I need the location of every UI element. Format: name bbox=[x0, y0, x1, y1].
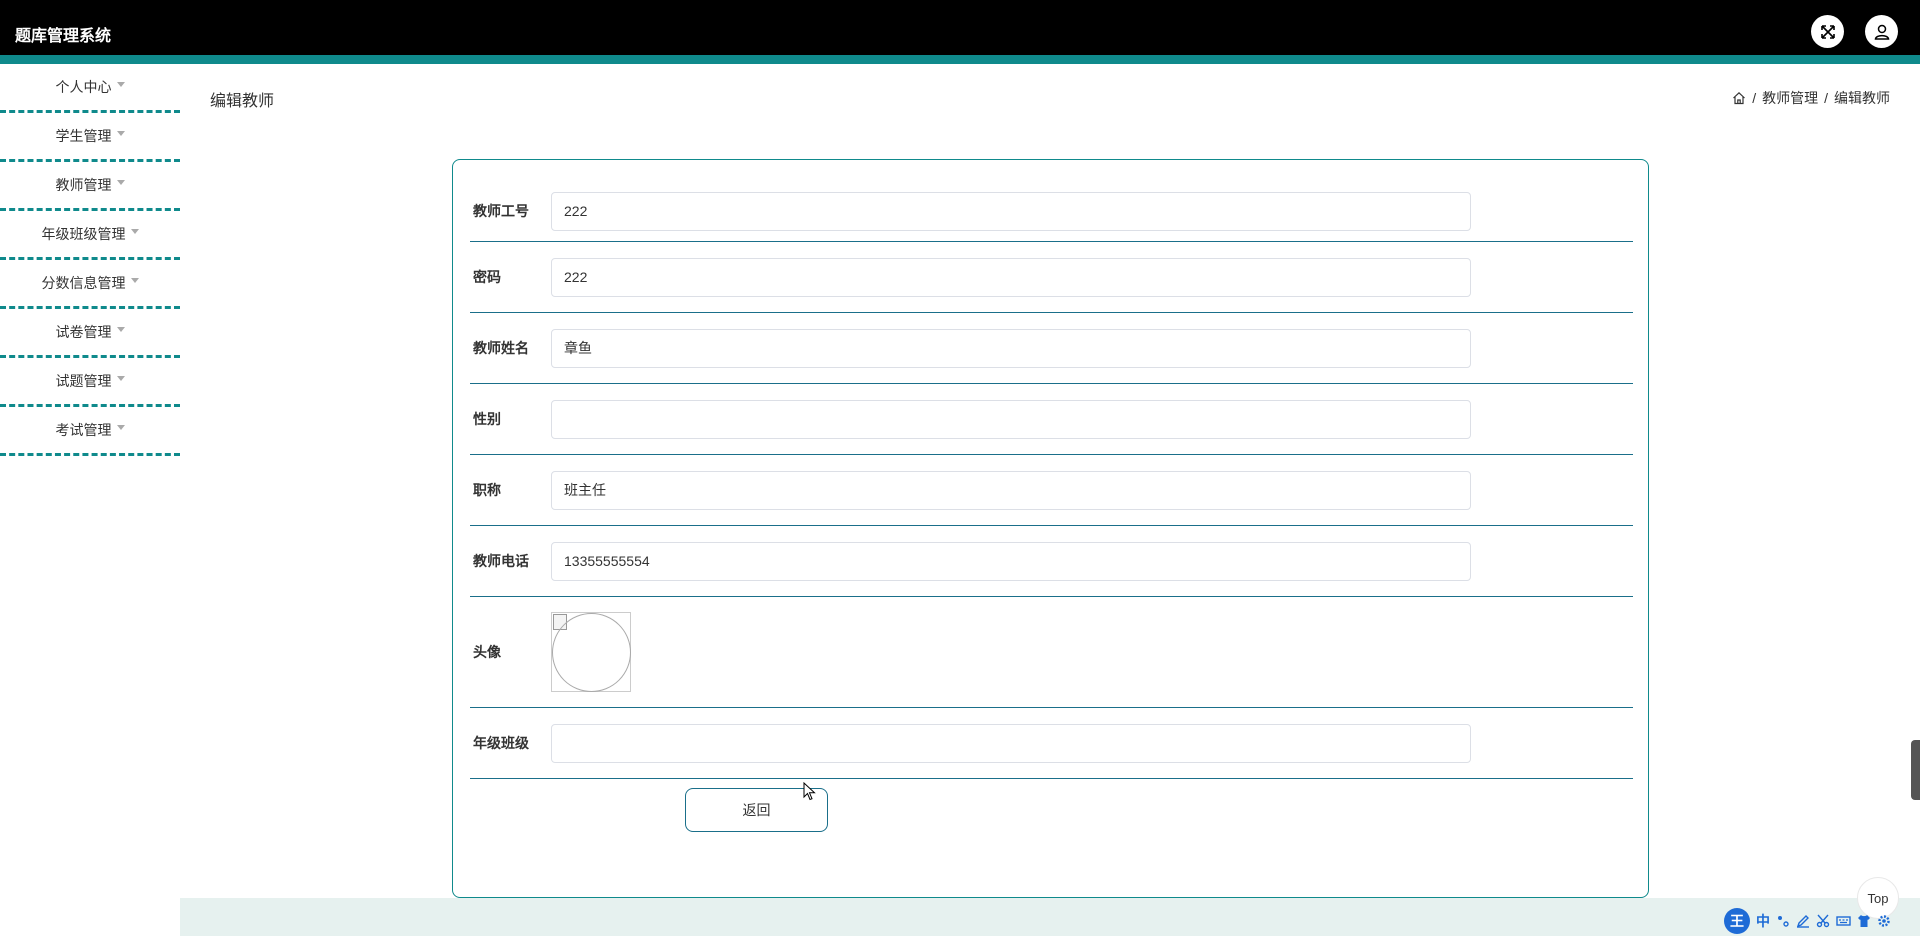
avatar-circle bbox=[552, 613, 631, 692]
sidebar-item-teachers[interactable]: 教师管理 bbox=[0, 162, 180, 211]
field-label: 教师姓名 bbox=[473, 340, 529, 356]
form-row-title: 职称 班主任 bbox=[470, 455, 1633, 526]
caret-down-icon bbox=[116, 326, 125, 332]
sidebar-item-label: 个人中心 bbox=[55, 79, 112, 95]
pen-icon[interactable] bbox=[1796, 914, 1810, 928]
breadcrumb-item-teachers[interactable]: 教师管理 bbox=[1762, 88, 1818, 108]
sidebar-item-label: 教师管理 bbox=[55, 177, 112, 193]
field-label: 密码 bbox=[473, 269, 501, 285]
scissors-icon[interactable] bbox=[1816, 914, 1830, 928]
caret-down-icon bbox=[116, 375, 125, 381]
form-row-grade-class: 年级班级 bbox=[470, 708, 1633, 779]
caret-down-icon bbox=[116, 130, 125, 136]
shirt-icon[interactable] bbox=[1857, 914, 1871, 928]
ime-toolbar: 王 中 bbox=[1724, 908, 1891, 934]
sidebar-item-label: 学生管理 bbox=[55, 128, 112, 144]
field-label: 教师工号 bbox=[473, 203, 529, 219]
sidebar-item-scores[interactable]: 分数信息管理 bbox=[0, 260, 180, 309]
sidebar-item-questions[interactable]: 试题管理 bbox=[0, 358, 180, 407]
phone-input[interactable]: 13355555554 bbox=[551, 541, 1471, 581]
sidebar-item-label: 年级班级管理 bbox=[41, 226, 126, 242]
user-icon bbox=[1874, 24, 1889, 40]
page-title: 编辑教师 bbox=[210, 93, 275, 110]
ime-logo[interactable]: 王 bbox=[1724, 908, 1750, 934]
sidebar-item-label: 试卷管理 bbox=[55, 324, 112, 340]
sidebar-item-students[interactable]: 学生管理 bbox=[0, 113, 180, 162]
field-label: 职称 bbox=[473, 482, 501, 498]
field-label: 性别 bbox=[473, 411, 501, 427]
side-drawer-handle[interactable] bbox=[1911, 740, 1920, 800]
settings-icon[interactable] bbox=[1877, 914, 1891, 928]
form-row-avatar: 头像 bbox=[470, 597, 1633, 708]
form-row-teacher-name: 教师姓名 章鱼 bbox=[470, 313, 1633, 384]
job-title-input[interactable]: 班主任 bbox=[551, 470, 1471, 510]
sidebar: 个人中心 学生管理 教师管理 年级班级管理 分数信息管理 试卷管理 试题管理 考… bbox=[0, 64, 180, 456]
avatar-image[interactable] bbox=[551, 612, 631, 692]
gender-input[interactable] bbox=[551, 399, 1471, 439]
sidebar-item-papers[interactable]: 试卷管理 bbox=[0, 309, 180, 358]
home-icon[interactable] bbox=[1732, 91, 1746, 105]
grade-class-input[interactable] bbox=[551, 723, 1471, 763]
header-accent-line bbox=[0, 55, 1920, 64]
caret-down-icon bbox=[116, 81, 125, 87]
user-button[interactable] bbox=[1865, 15, 1898, 48]
caret-down-icon bbox=[130, 228, 139, 234]
sidebar-item-grades-classes[interactable]: 年级班级管理 bbox=[0, 211, 180, 260]
breadcrumb-separator: / bbox=[1824, 90, 1828, 106]
breadcrumb-separator: / bbox=[1752, 90, 1757, 106]
fullscreen-icon bbox=[1820, 24, 1835, 39]
keyboard-icon[interactable] bbox=[1836, 914, 1851, 928]
ime-language-toggle[interactable]: 中 bbox=[1756, 911, 1770, 931]
field-label: 教师电话 bbox=[473, 553, 529, 569]
sidebar-item-exams[interactable]: 考试管理 bbox=[0, 407, 180, 456]
top-header: 题库管理系统 bbox=[0, 0, 1920, 55]
form-row-teacher-id: 教师工号 222 bbox=[470, 181, 1633, 242]
mouse-cursor-icon bbox=[803, 782, 816, 801]
sidebar-item-label: 试题管理 bbox=[55, 373, 112, 389]
punctuation-icon[interactable] bbox=[1776, 914, 1790, 928]
form-row-phone: 教师电话 13355555554 bbox=[470, 526, 1633, 597]
form-row-password: 密码 222 bbox=[470, 242, 1633, 313]
fullscreen-button[interactable] bbox=[1811, 15, 1844, 48]
breadcrumb: / 教师管理 / 编辑教师 bbox=[1732, 88, 1890, 108]
app-title: 题库管理系统 bbox=[15, 28, 112, 45]
teacher-name-input[interactable]: 章鱼 bbox=[551, 328, 1471, 368]
teacher-id-input[interactable]: 222 bbox=[551, 191, 1471, 231]
field-label: 年级班级 bbox=[473, 735, 529, 751]
password-input[interactable]: 222 bbox=[551, 257, 1471, 297]
field-label: 头像 bbox=[473, 644, 501, 660]
edit-teacher-form: 教师工号 222 密码 222 教师姓名 章鱼 性别 职称 班主任 教师电话 1… bbox=[452, 159, 1649, 898]
sidebar-item-label: 考试管理 bbox=[55, 422, 112, 438]
footer-band bbox=[180, 898, 1920, 936]
sidebar-item-profile[interactable]: 个人中心 bbox=[0, 64, 180, 113]
caret-down-icon bbox=[116, 424, 125, 430]
form-row-gender: 性别 bbox=[470, 384, 1633, 455]
sidebar-item-label: 分数信息管理 bbox=[41, 275, 126, 291]
caret-down-icon bbox=[130, 277, 139, 283]
breadcrumb-item-edit-teacher: 编辑教师 bbox=[1834, 90, 1890, 106]
caret-down-icon bbox=[116, 179, 125, 185]
